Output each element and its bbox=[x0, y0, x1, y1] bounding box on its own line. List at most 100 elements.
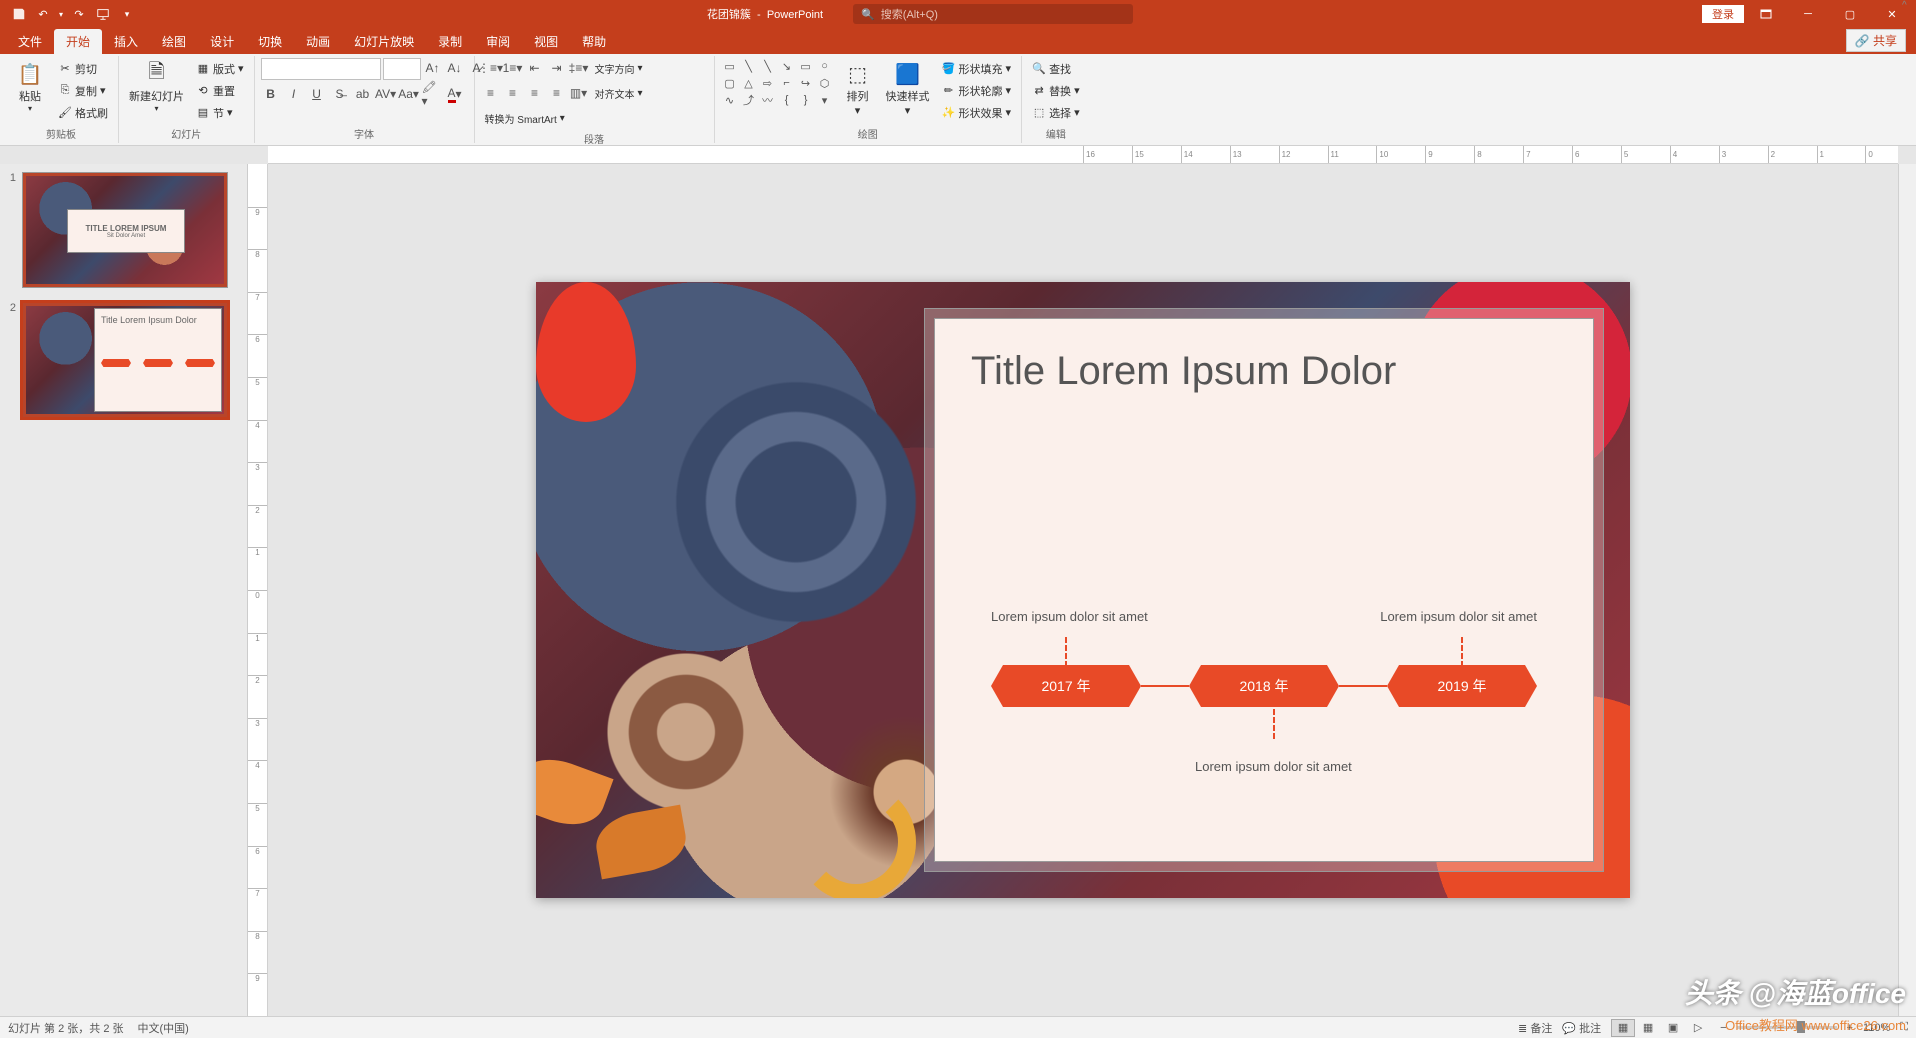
redo-button[interactable]: ↷ bbox=[68, 3, 90, 25]
shape-tri[interactable]: △ bbox=[740, 75, 758, 91]
comments-button[interactable]: 💬 批注 bbox=[1562, 1020, 1601, 1036]
cut-button[interactable]: ✂剪切 bbox=[54, 58, 112, 79]
caption-3[interactable]: Lorem ipsum dolor sit amet bbox=[1195, 759, 1352, 774]
shape-line2[interactable]: ╲ bbox=[759, 58, 777, 74]
ribbon-display-options[interactable] bbox=[1746, 0, 1786, 28]
undo-dropdown[interactable]: ▾ bbox=[56, 3, 66, 25]
shapes-gallery[interactable]: ▭ ╲ ╲ ↘ ▭ ○ ▢ △ ⇨ ⌐ ↪ ⬡ ∿ ⤴ 〰 { } ▾ bbox=[721, 58, 834, 108]
shape-textbox[interactable]: ▭ bbox=[721, 58, 739, 74]
case-button[interactable]: Aa▾ bbox=[399, 84, 419, 104]
caption-1[interactable]: Lorem ipsum dolor sit amet bbox=[991, 609, 1148, 624]
tab-file[interactable]: 文件 bbox=[6, 29, 54, 54]
new-slide-button[interactable]: 🗎 新建幻灯片▾ bbox=[125, 58, 188, 115]
reset-button[interactable]: ⟲重置 bbox=[192, 80, 248, 101]
highlight-button[interactable]: 🖍▾ bbox=[422, 84, 442, 104]
start-slideshow-button[interactable] bbox=[92, 3, 114, 25]
zoom-slider[interactable] bbox=[1737, 1026, 1837, 1029]
font-color-button[interactable]: A▾ bbox=[445, 84, 465, 104]
shape-arrow[interactable]: ↘ bbox=[778, 58, 796, 74]
shape-hex[interactable]: ⬡ bbox=[816, 75, 834, 91]
text-direction-button[interactable]: 文字方向 ▾ bbox=[591, 58, 647, 79]
slide-counter[interactable]: 幻灯片 第 2 张，共 2 张 bbox=[8, 1020, 124, 1036]
vertical-scrollbar[interactable]: ^ bbox=[1898, 164, 1916, 1016]
strike-button[interactable]: S̶ bbox=[330, 84, 350, 104]
tab-help[interactable]: 帮助 bbox=[570, 29, 618, 54]
numbering-button[interactable]: 1≡▾ bbox=[503, 58, 523, 78]
tab-animations[interactable]: 动画 bbox=[294, 29, 342, 54]
shadow-button[interactable]: ab bbox=[353, 84, 373, 104]
slide[interactable]: Title Lorem Ipsum Dolor Lorem ipsum dolo… bbox=[536, 282, 1630, 898]
shape-brace1[interactable]: { bbox=[778, 92, 796, 108]
tab-review[interactable]: 审阅 bbox=[474, 29, 522, 54]
shape-arrow2[interactable]: ⇨ bbox=[759, 75, 777, 91]
quick-styles-button[interactable]: 🟦快速样式▾ bbox=[882, 58, 934, 119]
notes-button[interactable]: ≣ 备注 bbox=[1518, 1020, 1552, 1036]
shape-free[interactable]: 〰 bbox=[759, 92, 777, 108]
align-left-button[interactable]: ≡ bbox=[481, 83, 501, 103]
slideshow-view-button[interactable]: ▷ bbox=[1686, 1019, 1710, 1037]
save-button[interactable] bbox=[8, 3, 30, 25]
tab-view[interactable]: 视图 bbox=[522, 29, 570, 54]
timeline-node-1[interactable]: 2017 年 bbox=[991, 665, 1141, 707]
tab-draw[interactable]: 绘图 bbox=[150, 29, 198, 54]
shape-elbow[interactable]: ⌐ bbox=[778, 75, 796, 91]
shape-connector[interactable]: ⤴ bbox=[740, 92, 758, 108]
shape-oval[interactable]: ○ bbox=[816, 58, 834, 74]
replace-button[interactable]: ⇄替换 ▾ bbox=[1028, 80, 1084, 101]
bullets-button[interactable]: ⋮≡▾ bbox=[481, 58, 501, 78]
columns-button[interactable]: ▥▾ bbox=[569, 83, 589, 103]
ruler-vertical[interactable]: 9876543210123456789 bbox=[248, 164, 268, 1016]
shape-arrow3[interactable]: ↪ bbox=[797, 75, 815, 91]
shape-effects-button[interactable]: ✨形状效果 ▾ bbox=[938, 102, 1016, 123]
shape-outline-button[interactable]: ✏形状轮廓 ▾ bbox=[938, 80, 1016, 101]
align-center-button[interactable]: ≡ bbox=[503, 83, 523, 103]
find-button[interactable]: 🔍查找 bbox=[1028, 58, 1084, 79]
ruler-horizontal[interactable]: 1615141312111098765432101234567891011121… bbox=[268, 146, 1898, 164]
shape-more[interactable]: ▾ bbox=[816, 92, 834, 108]
slide-canvas[interactable]: Title Lorem Ipsum Dolor Lorem ipsum dolo… bbox=[268, 164, 1898, 1016]
shape-rect[interactable]: ▭ bbox=[797, 58, 815, 74]
tab-insert[interactable]: 插入 bbox=[102, 29, 150, 54]
slide-thumbnail-2[interactable]: Title Lorem Ipsum Dolor bbox=[22, 302, 228, 418]
login-button[interactable]: 登录 bbox=[1702, 5, 1744, 23]
paste-button[interactable]: 📋 粘贴▾ bbox=[10, 58, 50, 115]
language-status[interactable]: 中文(中国) bbox=[138, 1020, 189, 1036]
italic-button[interactable]: I bbox=[284, 84, 304, 104]
collapse-ribbon-icon[interactable]: ^ bbox=[1902, 0, 1916, 14]
shape-brace2[interactable]: } bbox=[797, 92, 815, 108]
normal-view-button[interactable]: ▦ bbox=[1611, 1019, 1635, 1037]
increase-font-button[interactable]: A↑ bbox=[423, 58, 443, 78]
tab-home[interactable]: 开始 bbox=[54, 29, 102, 54]
align-right-button[interactable]: ≡ bbox=[525, 83, 545, 103]
indent-dec-button[interactable]: ⇤ bbox=[525, 58, 545, 78]
timeline[interactable]: 2017 年 2018 年 2019 年 bbox=[991, 665, 1537, 707]
indent-inc-button[interactable]: ⇥ bbox=[547, 58, 567, 78]
arrange-button[interactable]: ⬚排列▾ bbox=[838, 58, 878, 119]
line-spacing-button[interactable]: ‡≡▾ bbox=[569, 58, 589, 78]
decrease-font-button[interactable]: A↓ bbox=[445, 58, 465, 78]
zoom-out-button[interactable]: − bbox=[1720, 1022, 1726, 1034]
zoom-level[interactable]: 110% bbox=[1863, 1022, 1890, 1034]
copy-button[interactable]: ⎘复制 ▾ bbox=[54, 80, 112, 101]
select-button[interactable]: ⬚选择 ▾ bbox=[1028, 102, 1084, 123]
align-text-button[interactable]: 对齐文本 ▾ bbox=[591, 83, 647, 104]
align-justify-button[interactable]: ≡ bbox=[547, 83, 567, 103]
underline-button[interactable]: U bbox=[307, 84, 327, 104]
shape-curve[interactable]: ∿ bbox=[721, 92, 739, 108]
section-button[interactable]: ▤节 ▾ bbox=[192, 102, 248, 123]
bold-button[interactable]: B bbox=[261, 84, 281, 104]
undo-button[interactable]: ↶ bbox=[32, 3, 54, 25]
tab-transitions[interactable]: 切换 bbox=[246, 29, 294, 54]
search-box[interactable]: 🔍 搜索(Alt+Q) bbox=[853, 4, 1133, 24]
timeline-node-2[interactable]: 2018 年 bbox=[1189, 665, 1339, 707]
font-name-combo[interactable] bbox=[261, 58, 381, 80]
slide-thumbnail-1[interactable]: TITLE LOREM IPSUM Sit Dolor Amet bbox=[22, 172, 228, 288]
tab-record[interactable]: 录制 bbox=[426, 29, 474, 54]
layout-button[interactable]: ▦版式 ▾ bbox=[192, 58, 248, 79]
slide-title[interactable]: Title Lorem Ipsum Dolor bbox=[971, 349, 1557, 394]
reading-view-button[interactable]: ▣ bbox=[1661, 1019, 1685, 1037]
content-box[interactable]: Title Lorem Ipsum Dolor Lorem ipsum dolo… bbox=[934, 318, 1594, 862]
sorter-view-button[interactable]: ▦ bbox=[1636, 1019, 1660, 1037]
timeline-node-3[interactable]: 2019 年 bbox=[1387, 665, 1537, 707]
qat-customize[interactable]: ▾ bbox=[116, 3, 138, 25]
